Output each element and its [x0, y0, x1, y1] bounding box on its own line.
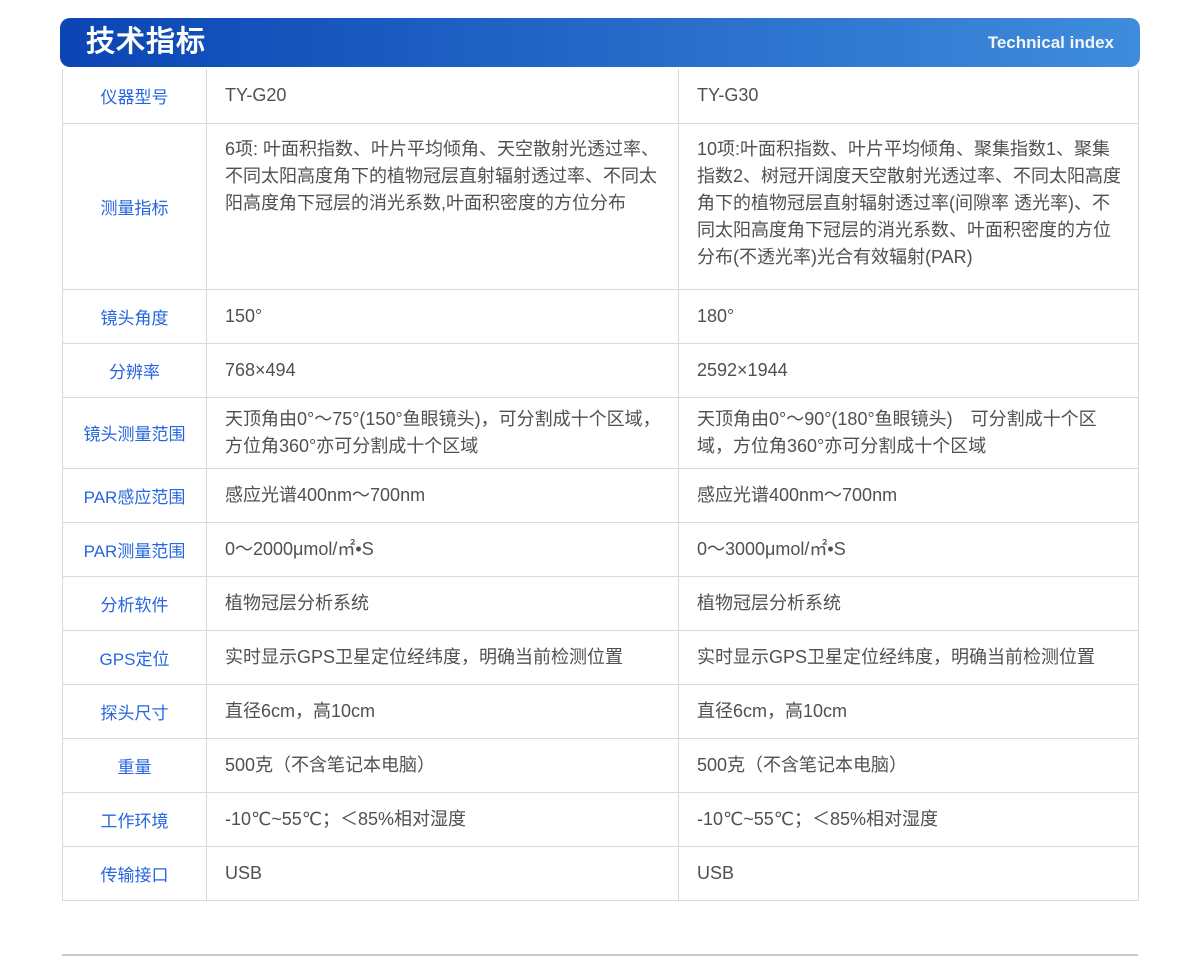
g30-value: 180°: [679, 289, 1139, 343]
row-label: 分析软件: [63, 576, 207, 630]
row-label: 工作环境: [63, 792, 207, 846]
g30-value: 植物冠层分析系统: [679, 576, 1139, 630]
g30-value: 天顶角由0°～90°(180°鱼眼镜头) 可分割成十个区域，方位角360°亦可分…: [679, 397, 1139, 468]
g30-value: 2592×1944: [679, 343, 1139, 397]
spec-row-resolution: 分辨率 768×494 2592×1944: [63, 343, 1139, 397]
g30-value: TY-G30: [679, 69, 1139, 123]
g20-value: 实时显示GPS卫星定位经纬度，明确当前检测位置: [207, 630, 679, 684]
row-label: 分辨率: [63, 343, 207, 397]
g20-value: 0～2000μmol/㎡•S: [207, 522, 679, 576]
spec-table: 仪器型号 TY-G20 TY-G30 测量指标 6项: 叶面积指数、叶片平均倾角…: [62, 69, 1139, 901]
row-label: 传输接口: [63, 846, 207, 900]
spec-row-lens-angle: 镜头角度 150° 180°: [63, 289, 1139, 343]
g20-value: TY-G20: [207, 69, 679, 123]
g20-value: 天顶角由0°～75°(150°鱼眼镜头)，可分割成十个区域，方位角360°亦可分…: [207, 397, 679, 468]
g20-value: 6项: 叶面积指数、叶片平均倾角、天空散射光透过率、不同太阳高度角下的植物冠层直…: [207, 123, 679, 289]
g20-value: 植物冠层分析系统: [207, 576, 679, 630]
g30-value: 500克（不含笔记本电脑）: [679, 738, 1139, 792]
row-label: 镜头测量范围: [63, 397, 207, 468]
g30-value: 实时显示GPS卫星定位经纬度，明确当前检测位置: [679, 630, 1139, 684]
spec-row-weight: 重量 500克（不含笔记本电脑） 500克（不含笔记本电脑）: [63, 738, 1139, 792]
g30-value: -10℃~55℃；＜85%相对湿度: [679, 792, 1139, 846]
g20-value: -10℃~55℃；＜85%相对湿度: [207, 792, 679, 846]
spec-row-transfer-interface: 传输接口 USB USB: [63, 846, 1139, 900]
spec-row-working-environment: 工作环境 -10℃~55℃；＜85%相对湿度 -10℃~55℃；＜85%相对湿度: [63, 792, 1139, 846]
content-wrap: 技术指标 Technical index 仪器型号 TY-G20 TY-G30 …: [60, 18, 1140, 956]
row-label: 镜头角度: [63, 289, 207, 343]
row-label: PAR感应范围: [63, 468, 207, 522]
g30-value: USB: [679, 846, 1139, 900]
g20-value: USB: [207, 846, 679, 900]
page: { "header": { "title": "技术指标", "subtitle…: [0, 0, 1200, 941]
spec-row-probe-size: 探头尺寸 直径6cm，高10cm 直径6cm，高10cm: [63, 684, 1139, 738]
row-label: GPS定位: [63, 630, 207, 684]
spec-row-gps-positioning: GPS定位 实时显示GPS卫星定位经纬度，明确当前检测位置 实时显示GPS卫星定…: [63, 630, 1139, 684]
g20-value: 感应光谱400nm～700nm: [207, 468, 679, 522]
bottom-divider: [62, 954, 1138, 956]
spec-row-analysis-software: 分析软件 植物冠层分析系统 植物冠层分析系统: [63, 576, 1139, 630]
g20-value: 150°: [207, 289, 679, 343]
g30-value: 感应光谱400nm～700nm: [679, 468, 1139, 522]
spec-row-instrument-model: 仪器型号 TY-G20 TY-G30: [63, 69, 1139, 123]
row-label: 探头尺寸: [63, 684, 207, 738]
spec-row-par-measurement-range: PAR测量范围 0～2000μmol/㎡•S 0～3000μmol/㎡•S: [63, 522, 1139, 576]
row-label: PAR测量范围: [63, 522, 207, 576]
g20-value: 768×494: [207, 343, 679, 397]
g30-value: 直径6cm，高10cm: [679, 684, 1139, 738]
row-label: 仪器型号: [63, 69, 207, 123]
spec-row-measurement-indicators: 测量指标 6项: 叶面积指数、叶片平均倾角、天空散射光透过率、不同太阳高度角下的…: [63, 123, 1139, 289]
g30-value: 0～3000μmol/㎡•S: [679, 522, 1139, 576]
spec-row-lens-measurement-range: 镜头测量范围 天顶角由0°～75°(150°鱼眼镜头)，可分割成十个区域，方位角…: [63, 397, 1139, 468]
g20-value: 500克（不含笔记本电脑）: [207, 738, 679, 792]
page-subtitle: Technical index: [988, 34, 1114, 51]
g30-value: 10项:叶面积指数、叶片平均倾角、聚集指数1、聚集指数2、树冠开阔度天空散射光透…: [679, 123, 1139, 289]
g20-value: 直径6cm，高10cm: [207, 684, 679, 738]
page-title: 技术指标: [86, 28, 206, 57]
spec-row-par-sensing-range: PAR感应范围 感应光谱400nm～700nm 感应光谱400nm～700nm: [63, 468, 1139, 522]
row-label: 重量: [63, 738, 207, 792]
section-header-bar: 技术指标 Technical index: [60, 18, 1140, 67]
row-label: 测量指标: [63, 123, 207, 289]
